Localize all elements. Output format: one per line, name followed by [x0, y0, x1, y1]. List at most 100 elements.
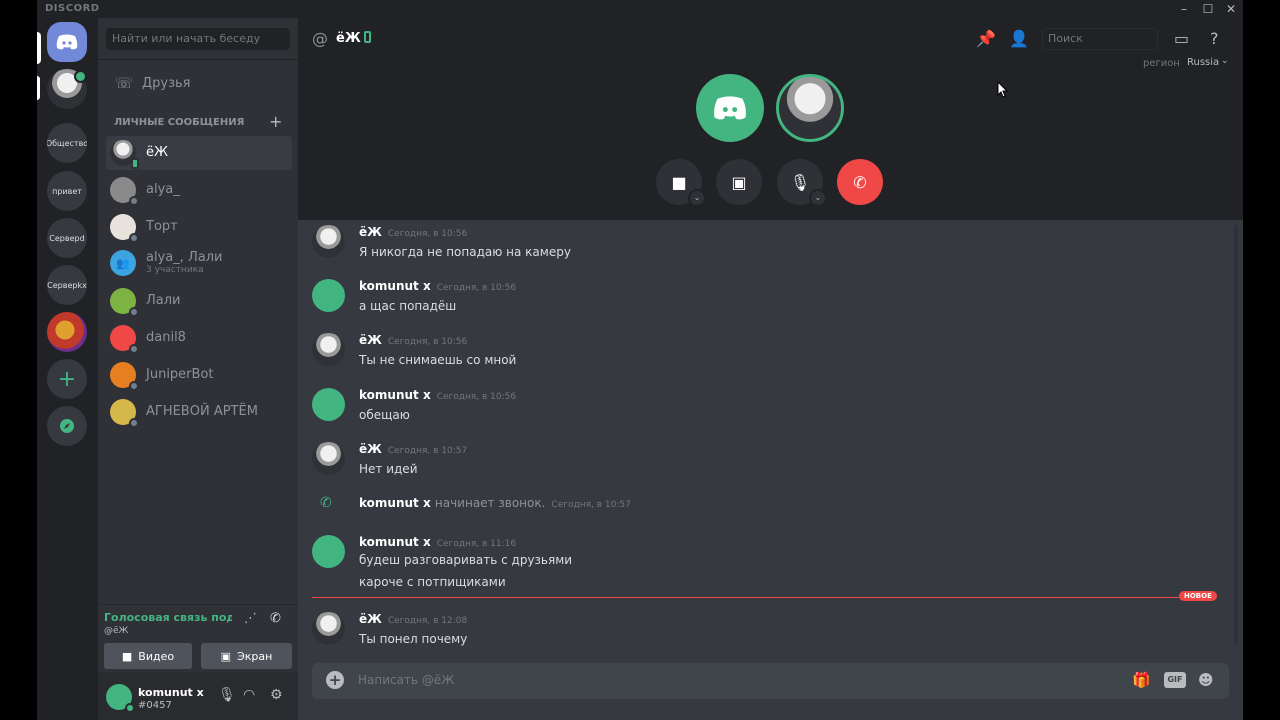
dm-item-alya[interactable]: alya_: [106, 173, 292, 207]
close-button[interactable]: ✕: [1220, 1, 1242, 17]
dm-name: JuniperBot: [146, 367, 214, 382]
camera-button[interactable]: ■ ⌄: [656, 159, 706, 207]
author-name[interactable]: komunut x: [359, 496, 431, 510]
friends-icon: ☏: [114, 74, 134, 92]
home-button[interactable]: [47, 22, 87, 62]
message-input[interactable]: Написать @ёЖ: [358, 673, 454, 687]
dm-name: danil8: [146, 330, 186, 345]
speaker-badge-icon: [74, 70, 87, 83]
chevron-down-icon[interactable]: ⌄: [809, 189, 827, 207]
dm-name: ёЖ: [146, 145, 169, 160]
disconnect-icon[interactable]: ✆: [270, 611, 281, 626]
dm-name: АГНЕВОЙ АРТЁМ: [146, 404, 258, 419]
server-obshchestvo[interactable]: Общество: [47, 123, 87, 163]
hang-up-button[interactable]: ✆: [837, 159, 883, 205]
dm-name: alya_, Лали: [146, 250, 223, 265]
author-avatar[interactable]: [312, 535, 345, 568]
author-avatar[interactable]: [312, 333, 345, 366]
screen-share-button[interactable]: ▣ Экран: [201, 643, 292, 669]
dm-item-tort[interactable]: Торт: [106, 210, 292, 244]
new-dm-icon[interactable]: +: [269, 112, 282, 131]
screen-share-call-button[interactable]: ▣: [716, 159, 762, 205]
timestamp: Сегодня, в 10:56: [387, 229, 468, 239]
author-avatar[interactable]: [312, 442, 345, 475]
inbox-icon[interactable]: ▭: [1174, 29, 1189, 48]
dm-item-artem[interactable]: АГНЕВОЙ АРТЁМ: [106, 395, 292, 429]
author-name[interactable]: ёЖ: [359, 612, 382, 626]
title-bar: DISCORD – ☐ ✕: [37, 0, 1243, 18]
timestamp: Сегодня, в 10:57: [551, 500, 631, 510]
author-avatar[interactable]: [312, 279, 345, 312]
help-icon[interactable]: ?: [1210, 29, 1219, 48]
region-label: регион: [1143, 58, 1180, 69]
author-name[interactable]: ёЖ: [359, 442, 382, 456]
dm-item-lali[interactable]: Лали: [106, 284, 292, 318]
system-action: начинает звонок.: [434, 496, 546, 510]
server-serverd[interactable]: Серверd: [47, 218, 87, 258]
add-friend-icon[interactable]: 👤: [1009, 29, 1029, 48]
minimize-button[interactable]: –: [1173, 1, 1195, 17]
add-server-icon[interactable]: +: [47, 359, 87, 399]
avatar: [110, 140, 139, 169]
settings-gear-icon[interactable]: ⚙: [270, 687, 283, 703]
noise-suppression-icon[interactable]: ⋰: [244, 611, 257, 626]
group-icon: 👥: [110, 250, 136, 276]
server-serverkx[interactable]: Серверkx: [47, 265, 87, 305]
message-text: Ты понел почему: [359, 632, 468, 646]
attach-plus-icon[interactable]: +: [326, 671, 344, 689]
timestamp: Сегодня, в 10:56: [436, 283, 517, 293]
explore-servers-icon[interactable]: [47, 406, 87, 446]
new-messages-divider: [312, 597, 1217, 598]
deafen-headphones-icon[interactable]: ◠: [243, 687, 255, 703]
at-icon: @: [312, 29, 328, 48]
author-avatar[interactable]: [312, 225, 345, 258]
online-status-icon: [125, 703, 135, 713]
dm-item-group[interactable]: 👥 alya_, Лали 3 участника: [106, 246, 292, 280]
status-icon: [129, 196, 139, 206]
chevron-down-icon[interactable]: ⌄: [688, 189, 706, 207]
region-select[interactable]: Russia: [1187, 57, 1219, 68]
friends-nav[interactable]: ☏ Друзья: [106, 66, 290, 100]
voice-status: Голосовая связь подкл: [104, 611, 232, 624]
chevron-down-icon: ⌄: [1221, 56, 1229, 66]
search-input[interactable]: Поиск: [1042, 28, 1158, 50]
dm-item-danil8[interactable]: danil8: [106, 321, 292, 355]
author-name[interactable]: komunut x: [359, 279, 431, 293]
author-avatar[interactable]: [312, 612, 345, 645]
call-area: @ ёЖ 📌 👤 Поиск ▭ ? регион Russia ⌄ ■ ⌄ ▣: [298, 18, 1243, 220]
author-name[interactable]: komunut x: [359, 535, 431, 549]
message-composer[interactable]: + Написать @ёЖ 🎁 GIF ☻: [312, 663, 1229, 699]
dm-name: Лали: [146, 293, 181, 308]
author-name[interactable]: ёЖ: [359, 333, 382, 347]
dm-search-input[interactable]: Найти или начать беседу: [106, 28, 290, 50]
dm-item-juniperbot[interactable]: JuniperBot: [106, 358, 292, 392]
video-button[interactable]: ■ Видео: [104, 643, 192, 669]
gift-icon[interactable]: 🎁: [1132, 671, 1151, 689]
mobile-status-icon: [131, 158, 139, 169]
pin-icon[interactable]: 📌: [976, 29, 996, 48]
dm-item-ezh[interactable]: ёЖ: [106, 136, 292, 170]
discord-window: DISCORD – ☐ ✕ Общество привет Серверd Се…: [37, 0, 1243, 720]
server-privet[interactable]: привет: [47, 171, 87, 211]
scrollbar[interactable]: [1234, 225, 1238, 645]
compass-icon: [60, 419, 74, 433]
new-badge: НОВОЕ: [1179, 591, 1217, 601]
user-avatar[interactable]: [106, 684, 135, 713]
author-name[interactable]: ёЖ: [359, 225, 382, 239]
mobile-phone-icon: [364, 31, 371, 43]
dm-header: ЛИЧНЫЕ СООБЩЕНИЯ: [114, 117, 245, 128]
gif-button[interactable]: GIF: [1164, 672, 1186, 688]
voice-panel: Голосовая связь подкл @ёЖ ⋰ ✆ ■ Видео ▣ …: [98, 604, 298, 672]
microphone-button[interactable]: 🎙 ⌄: [777, 159, 827, 207]
mute-mic-icon[interactable]: 🎙: [218, 687, 236, 703]
main-panel: @ ёЖ 📌 👤 Поиск ▭ ? регион Russia ⌄ ■ ⌄ ▣: [298, 18, 1243, 720]
author-avatar[interactable]: [312, 388, 345, 421]
dm-sidebar: Найти или начать беседу ☏ Друзья ЛИЧНЫЕ …: [98, 18, 298, 720]
server-avatar-image[interactable]: [47, 312, 87, 352]
avatar: [110, 177, 139, 206]
video-camera-icon: ■: [671, 172, 687, 192]
maximize-button[interactable]: ☐: [1197, 1, 1219, 17]
author-name[interactable]: komunut x: [359, 388, 431, 402]
emoji-icon[interactable]: ☻: [1198, 671, 1214, 689]
dm-name: Торт: [146, 219, 178, 234]
